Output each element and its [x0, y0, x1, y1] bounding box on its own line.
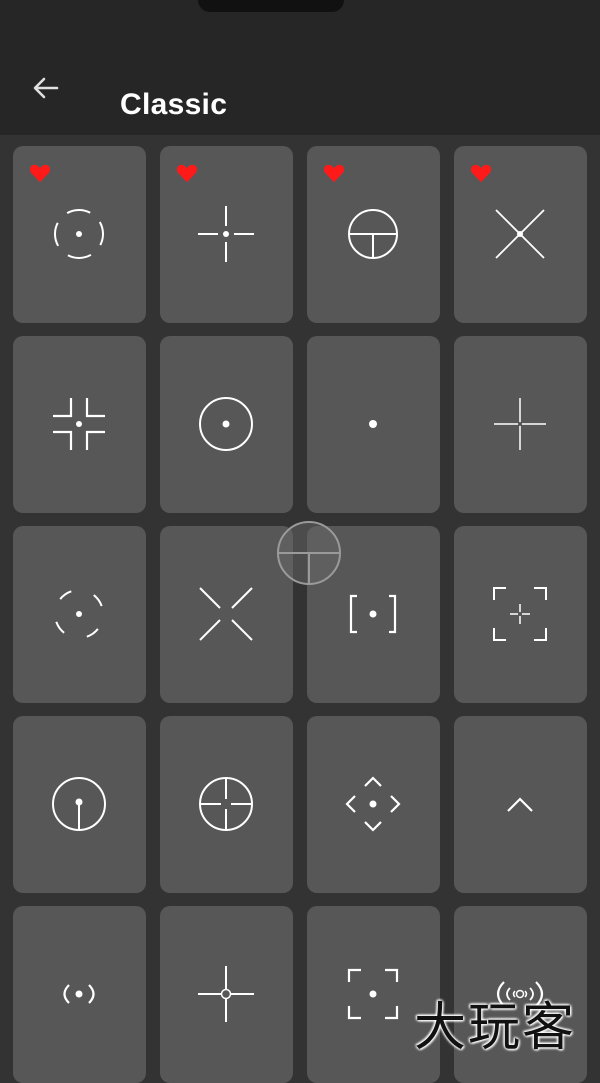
circle-t-crosshair-icon — [348, 209, 398, 259]
bracket-dot-crosshair-icon — [349, 594, 397, 634]
circle-stem-crosshair-icon — [52, 777, 106, 831]
crosshair-card[interactable] — [13, 716, 146, 893]
heart-icon[interactable] — [470, 163, 492, 183]
crosshair-card[interactable] — [160, 526, 293, 703]
heart-icon[interactable] — [29, 163, 51, 183]
crosshair-card[interactable] — [13, 526, 146, 703]
chevron-up-crosshair-icon — [507, 797, 533, 812]
arrow-left-icon — [33, 77, 59, 99]
quad-arc-crosshair-icon — [54, 589, 104, 639]
watermark: 大玩客 — [414, 998, 577, 1058]
status-bar — [0, 0, 600, 20]
back-button[interactable] — [28, 70, 64, 106]
crosshair-card[interactable] — [454, 146, 587, 323]
page-title: Classic — [120, 88, 228, 121]
corner-brackets-crosshair-icon — [53, 398, 105, 450]
crosshair-card[interactable] — [454, 716, 587, 893]
crosshair-card[interactable] — [454, 336, 587, 513]
camera-notch — [198, 0, 344, 12]
crosshair-card[interactable] — [307, 336, 440, 513]
crosshair-card[interactable] — [307, 716, 440, 893]
circle-dot-crosshair-icon — [199, 397, 253, 451]
heart-icon[interactable] — [176, 163, 198, 183]
thin-cross-crosshair-icon — [494, 398, 546, 450]
crosshair-card[interactable] — [160, 716, 293, 893]
dot-crosshair-icon — [369, 420, 377, 428]
diamond-dot-crosshair-icon — [345, 776, 401, 832]
crosshair-card[interactable] — [307, 146, 440, 323]
circle-dashed-crosshair-icon — [54, 209, 104, 259]
crosshair-card[interactable] — [13, 146, 146, 323]
crosshair-card[interactable] — [160, 146, 293, 323]
circle-cross-crosshair-icon — [199, 777, 253, 831]
crosshair-card[interactable] — [454, 526, 587, 703]
x-dot-crosshair-icon — [495, 209, 545, 259]
x-gap-crosshair-icon — [199, 587, 253, 641]
cross-ring-crosshair-icon — [198, 966, 254, 1022]
crosshair-card[interactable] — [160, 336, 293, 513]
frame-cross-crosshair-icon — [493, 587, 547, 641]
cross-gap-dot-crosshair-icon — [198, 206, 254, 262]
crosshair-card[interactable] — [13, 906, 146, 1083]
floating-crosshair-preview-icon[interactable] — [275, 520, 343, 586]
crosshair-card[interactable] — [160, 906, 293, 1083]
frame-dot-crosshair-icon — [347, 968, 399, 1020]
crosshair-grid — [13, 146, 587, 1083]
heart-icon[interactable] — [323, 163, 345, 183]
crosshair-card[interactable] — [13, 336, 146, 513]
paren-dot-crosshair-icon — [63, 984, 95, 1004]
app-bar: Classic — [0, 20, 600, 135]
